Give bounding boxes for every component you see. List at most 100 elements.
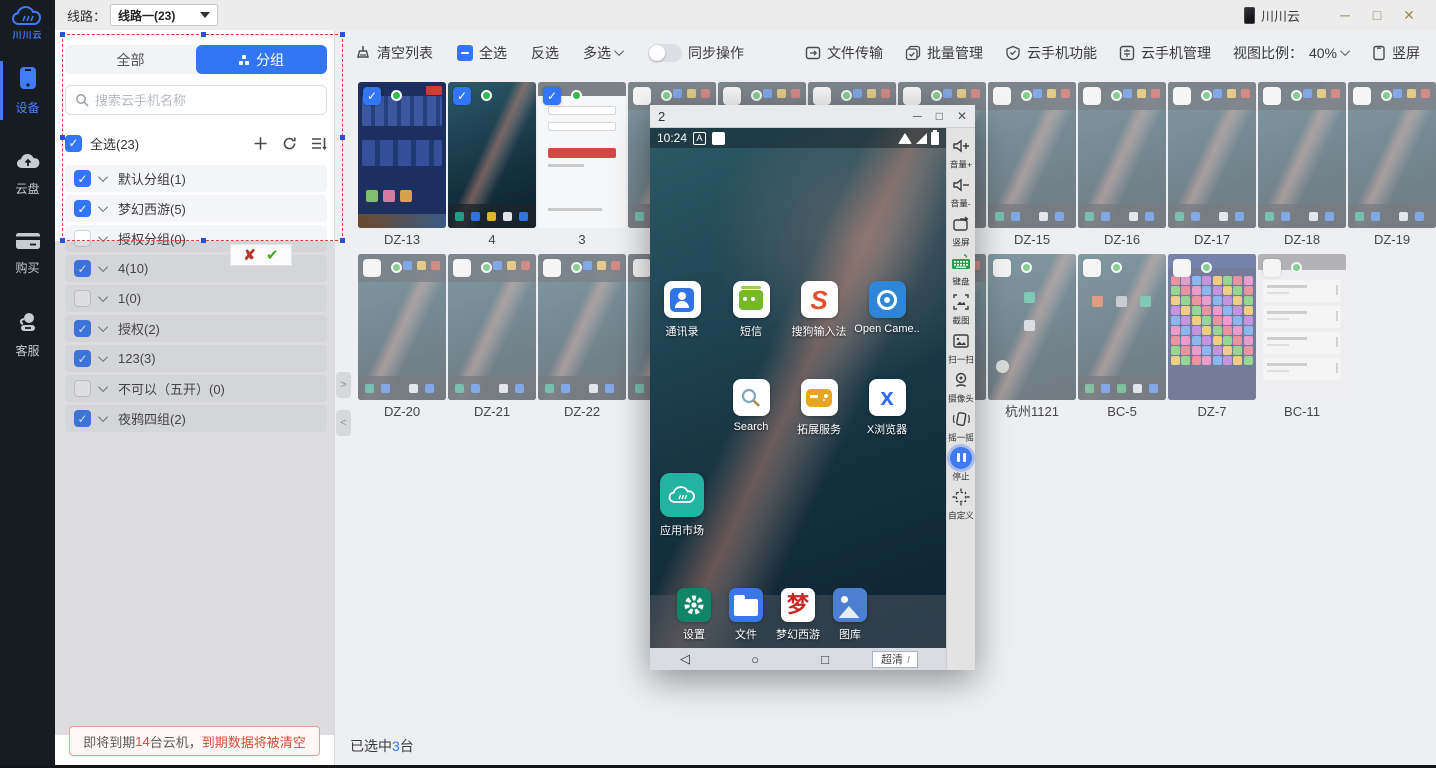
search-box[interactable] — [65, 85, 327, 115]
device-checkbox[interactable] — [1263, 87, 1281, 105]
group-row[interactable]: ✓ 授权(2) — [65, 315, 327, 342]
file-transfer-button[interactable]: 文件传输 — [805, 43, 883, 63]
phone-close-button[interactable]: ✕ — [957, 110, 967, 122]
device-thumbnail[interactable]: ✓ — [448, 82, 536, 228]
refresh-icon[interactable] — [282, 136, 297, 151]
chevron-down-icon[interactable] — [98, 322, 108, 332]
nav-recent-button[interactable]: □ — [790, 652, 860, 667]
panel-expand-handle[interactable]: > — [336, 372, 351, 398]
device-thumbnail[interactable] — [1258, 82, 1346, 228]
device-thumbnail[interactable] — [448, 254, 536, 400]
indeterminate-checkbox[interactable] — [457, 45, 473, 61]
group-row[interactable]: 1(0) — [65, 285, 327, 312]
group-row[interactable]: ✓ 夜鸦四组(2) — [65, 405, 327, 432]
app-sogou[interactable]: S搜狗输入法 — [787, 281, 851, 339]
chevron-down-icon[interactable] — [98, 382, 108, 392]
device-thumbnail[interactable]: ✓ — [538, 82, 626, 228]
tool-shake[interactable]: 摇一摇 — [947, 408, 976, 444]
app-contacts[interactable]: 通讯录 — [650, 281, 714, 339]
device-checkbox[interactable] — [633, 87, 651, 105]
device-checkbox[interactable]: ✓ — [363, 87, 381, 105]
batch-manage-button[interactable]: 批量管理 — [905, 43, 983, 63]
line-select-dropdown[interactable]: 线路一(23) — [110, 4, 218, 26]
device-thumbnail[interactable] — [1168, 82, 1256, 228]
device-checkbox[interactable] — [363, 259, 381, 277]
group-checkbox[interactable]: ✓ — [74, 170, 91, 187]
tool-stop[interactable]: 停止 — [947, 447, 976, 483]
device-thumbnail[interactable] — [1168, 254, 1256, 400]
maximize-button[interactable]: □ — [1364, 7, 1390, 23]
tool-screenshot[interactable]: 截图 — [947, 291, 976, 327]
group-checkbox[interactable]: ✓ — [74, 410, 91, 427]
device-checkbox[interactable] — [633, 259, 651, 277]
chevron-down-icon[interactable] — [98, 202, 108, 212]
select-all-checkbox[interactable]: ✓ — [65, 135, 82, 152]
app-x-browser[interactable]: xX浏览器 — [855, 379, 919, 437]
phone-minimize-button[interactable]: ─ — [913, 110, 922, 122]
sidebar-item-cloud-disk[interactable]: 云盘 — [0, 140, 55, 207]
device-thumbnail[interactable] — [988, 254, 1076, 400]
chevron-down-icon[interactable] — [98, 172, 108, 182]
device-thumbnail[interactable] — [538, 254, 626, 400]
toggle-off-icon[interactable] — [648, 44, 682, 62]
add-group-icon[interactable] — [253, 136, 268, 151]
capture-confirm-button[interactable]: ✔ — [266, 248, 279, 263]
device-thumbnail[interactable] — [1078, 82, 1166, 228]
device-checkbox[interactable]: ✓ — [453, 87, 471, 105]
select-all-toolbar-button[interactable]: 全选 — [457, 43, 507, 63]
group-checkbox[interactable]: ✓ — [74, 320, 91, 337]
tool-rotate-portrait[interactable]: 竖屏 — [947, 213, 976, 249]
tool-scan[interactable]: 扫一扫 — [947, 330, 976, 366]
app-search[interactable]: Search — [719, 379, 783, 433]
device-thumbnail[interactable] — [1078, 254, 1166, 400]
group-checkbox[interactable]: ✓ — [74, 260, 91, 277]
dock-app-gallery[interactable]: 图库 — [824, 588, 876, 642]
device-checkbox[interactable] — [1173, 87, 1191, 105]
tool-volume-up[interactable]: 音量+ — [947, 135, 976, 171]
view-scale-dropdown[interactable]: 视图比例： 40% — [1233, 43, 1350, 63]
device-thumbnail[interactable] — [1258, 254, 1346, 400]
tool-volume-down[interactable]: 音量- — [947, 174, 976, 210]
device-checkbox[interactable] — [1353, 87, 1371, 105]
tool-camera-feed[interactable]: 摄像头 — [947, 369, 976, 405]
app-gamepad[interactable]: 拓展服务 — [787, 379, 851, 437]
chevron-down-icon[interactable] — [98, 412, 108, 422]
device-checkbox[interactable] — [903, 87, 921, 105]
close-button[interactable]: ✕ — [1396, 7, 1422, 24]
search-input[interactable] — [95, 93, 317, 108]
minimize-button[interactable]: ─ — [1332, 7, 1358, 23]
chevron-down-icon[interactable] — [98, 232, 108, 242]
device-checkbox[interactable] — [1083, 87, 1101, 105]
tool-keyboard[interactable]: 键盘 — [947, 252, 976, 288]
device-thumbnail[interactable] — [1348, 82, 1436, 228]
chevron-down-icon[interactable] — [98, 292, 108, 302]
phone-window-titlebar[interactable]: 2 ─ □ ✕ — [650, 105, 975, 128]
group-row[interactable]: 不可以（五开）(0) — [65, 375, 327, 402]
group-row[interactable]: ✓ 梦幻西游(5) — [65, 195, 327, 222]
dock-app-settings[interactable]: 设置 — [668, 588, 720, 642]
device-thumbnail[interactable] — [988, 82, 1076, 228]
device-checkbox[interactable] — [813, 87, 831, 105]
group-checkbox[interactable]: ✓ — [74, 350, 91, 367]
phone-screen[interactable]: 10:24 A 通讯录短信S搜狗输入法Open Came..Search拓展服务… — [650, 128, 946, 670]
sync-ops-toggle[interactable]: 同步操作 — [648, 43, 744, 63]
app-camera[interactable]: Open Came.. — [855, 281, 919, 335]
group-row[interactable]: ✓ 默认分组(1) — [65, 165, 327, 192]
sidebar-item-devices[interactable]: 设备 — [0, 55, 55, 126]
sidebar-item-support[interactable]: 客服 — [0, 300, 55, 369]
group-row[interactable]: ✓ 123(3) — [65, 345, 327, 372]
tab-groups[interactable]: 分组 — [196, 45, 327, 74]
multi-select-button[interactable]: 多选 — [583, 43, 624, 63]
chevron-down-icon[interactable] — [98, 352, 108, 362]
tab-all[interactable]: 全部 — [65, 45, 196, 74]
group-checkbox[interactable] — [74, 230, 91, 247]
device-checkbox[interactable] — [993, 259, 1011, 277]
device-checkbox[interactable] — [543, 259, 561, 277]
device-thumbnail[interactable] — [358, 254, 446, 400]
device-thumbnail[interactable]: ✓ — [358, 82, 446, 228]
group-checkbox[interactable] — [74, 380, 91, 397]
cloud-functions-button[interactable]: 云手机功能 — [1005, 43, 1097, 63]
portrait-mode-button[interactable]: 竖屏 — [1372, 43, 1420, 63]
device-checkbox[interactable] — [1173, 259, 1191, 277]
device-checkbox[interactable] — [993, 87, 1011, 105]
